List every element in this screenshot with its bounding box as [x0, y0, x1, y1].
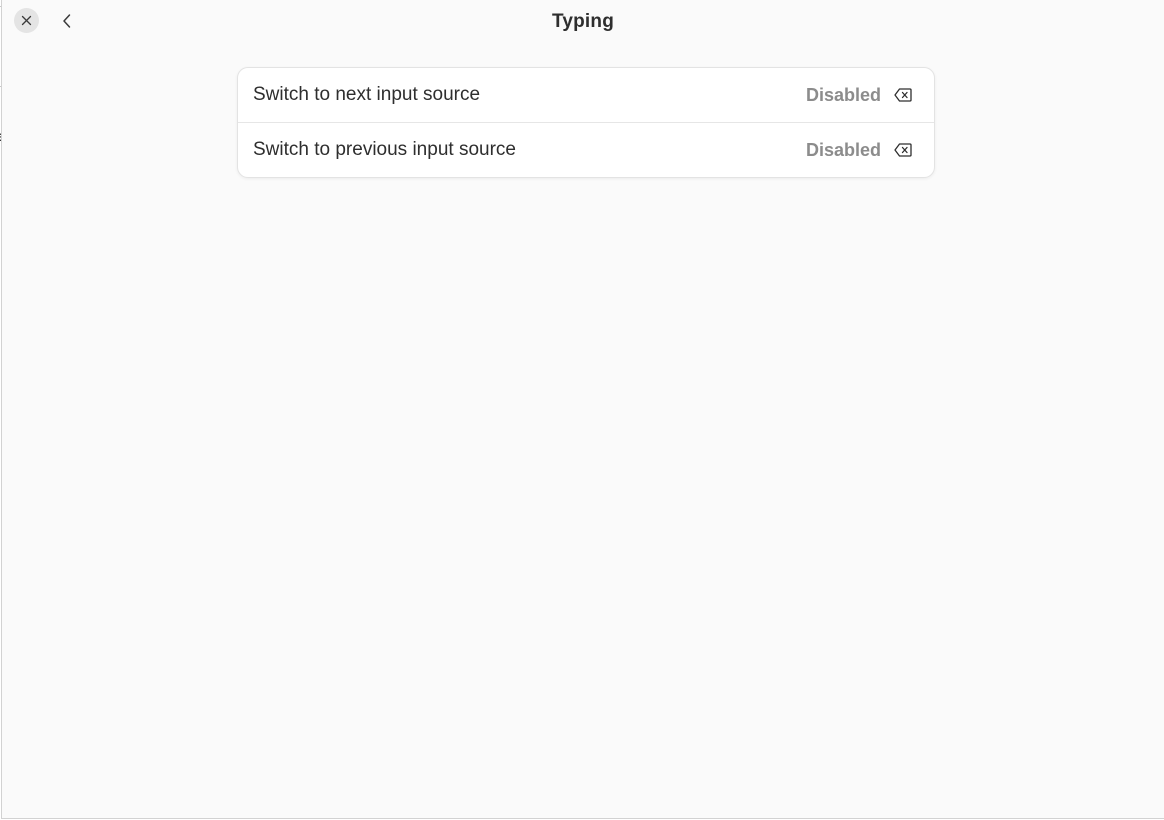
shortcut-row-previous-input-source[interactable]: Switch to previous input source Disabled: [238, 122, 934, 177]
shortcut-label: Switch to next input source: [253, 84, 481, 105]
shortcut-list: Switch to next input source Disabled Swi…: [237, 67, 935, 178]
shortcut-value[interactable]: Disabled: [806, 85, 881, 106]
dialog-header: Typing: [2, 0, 1164, 44]
shortcut-row-next-input-source[interactable]: Switch to next input source Disabled: [238, 68, 934, 122]
shortcut-value[interactable]: Disabled: [806, 140, 881, 161]
backspace-clear-icon: [894, 88, 912, 102]
page-title: Typing: [551, 11, 615, 32]
shortcut-label: Switch to previous input source: [253, 139, 516, 160]
clear-shortcut-button[interactable]: [892, 139, 914, 161]
clear-shortcut-button[interactable]: [892, 84, 914, 106]
backspace-clear-icon: [894, 143, 912, 157]
typing-shortcuts-dialog: Typing Switch to next input source Disab…: [1, 0, 1164, 819]
